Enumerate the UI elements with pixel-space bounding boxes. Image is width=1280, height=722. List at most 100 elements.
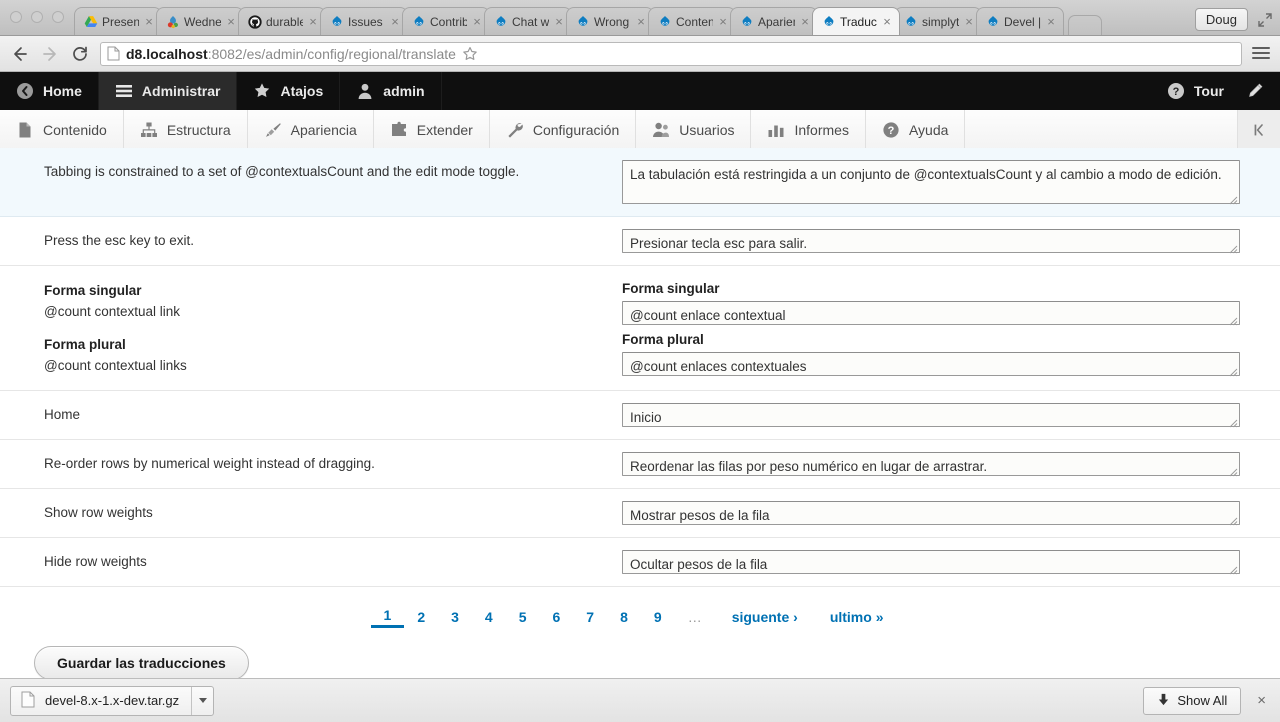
source-plural-text: @count contextual links	[44, 358, 187, 373]
download-item-main[interactable]: devel-8.x-1.x-dev.tar.gz	[11, 687, 191, 715]
pager-page-3[interactable]: 3	[438, 607, 472, 627]
translation-field-wrap: La tabulación está restringida a un conj…	[622, 160, 1240, 205]
pager-page-1[interactable]: 1	[370, 605, 405, 628]
menu-item-configuracion[interactable]: Configuración	[490, 110, 637, 149]
tab-strip: Present×Wednes×durable×Issues×Contrib×Ch…	[0, 0, 1280, 36]
save-translations-button[interactable]: Guardar las traducciones	[34, 646, 249, 680]
forward-icon[interactable]	[40, 44, 60, 64]
menu-item-contenido[interactable]: Contenido	[0, 110, 124, 149]
source-string: Re-order rows by numerical weight instea…	[44, 456, 375, 471]
browser-tab[interactable]: Aparien ×	[730, 7, 818, 35]
toolbar-item-admin-user-label: admin	[383, 83, 425, 99]
browser-menu-icon[interactable]	[1252, 46, 1270, 61]
close-icon[interactable]: ×	[225, 15, 237, 28]
close-icon[interactable]: ×	[1253, 692, 1270, 709]
close-icon[interactable]: ×	[307, 15, 319, 28]
close-icon[interactable]: ×	[1045, 15, 1057, 28]
window-minimize-button[interactable]	[31, 11, 43, 23]
close-icon[interactable]: ×	[881, 15, 893, 28]
translation-input[interactable]: Reordenar las filas por peso numérico en…	[622, 452, 1240, 476]
menu-item-ayuda[interactable]: ? Ayuda	[866, 110, 966, 149]
pager-page-4[interactable]: 4	[472, 607, 506, 627]
browser-tab[interactable]: Traduc ×	[812, 7, 900, 35]
toolbar-item-admin-user[interactable]: admin	[340, 72, 442, 110]
pager-page-7[interactable]: 7	[573, 607, 607, 627]
translation-input[interactable]: Mostrar pesos de la fila	[622, 501, 1240, 525]
menu-item-estructura[interactable]: Estructura	[124, 110, 248, 149]
window-zoom-button[interactable]	[52, 11, 64, 23]
translation-input[interactable]: La tabulación está restringida a un conj…	[622, 160, 1240, 204]
translation-cell: Mostrar pesos de la fila	[622, 501, 1248, 526]
browser-tab[interactable]: Present ×	[74, 7, 162, 35]
close-icon[interactable]: ×	[717, 15, 729, 28]
toolbar-item-tour[interactable]: ? Tour	[1151, 72, 1240, 110]
drupal-icon	[740, 15, 754, 29]
browser-tab[interactable]: durable ×	[238, 7, 326, 35]
drupal-icon	[986, 15, 1000, 29]
translation-input[interactable]: Presionar tecla esc para salir.	[622, 229, 1240, 253]
translation-input[interactable]: Inicio	[622, 403, 1240, 427]
new-tab-button[interactable]	[1068, 15, 1102, 35]
menu-item-extender[interactable]: Extender	[374, 110, 490, 149]
browser-tab-label: durable	[266, 14, 303, 29]
browser-tab-label: Issues	[348, 14, 383, 29]
show-all-downloads-label: Show All	[1177, 693, 1228, 708]
source-cell: Tabbing is constrained to a set of @cont…	[10, 160, 622, 184]
drupal-icon	[412, 15, 426, 29]
pager-page-6[interactable]: 6	[540, 607, 574, 627]
sitemap-icon	[140, 121, 158, 139]
bookmark-star-icon[interactable]	[462, 46, 478, 62]
pager-page-2[interactable]: 2	[404, 607, 438, 627]
browser-tab[interactable]: Conten ×	[648, 7, 736, 35]
translation-singular-input[interactable]: @count enlace contextual	[622, 301, 1240, 325]
toolbar-item-atajos[interactable]: Atajos	[237, 72, 341, 110]
close-icon[interactable]: ×	[799, 15, 811, 28]
user-profile-chip[interactable]: Doug	[1194, 8, 1248, 31]
translation-field-wrap: Inicio	[622, 403, 1240, 428]
browser-tab[interactable]: Issues ×	[320, 7, 408, 35]
caret-down-icon	[198, 698, 207, 703]
close-icon[interactable]: ×	[143, 15, 155, 28]
show-all-downloads-button[interactable]: Show All	[1143, 686, 1242, 715]
pager-last-link[interactable]: ultimo »	[814, 607, 900, 627]
menu-item-ayuda-label: Ayuda	[908, 121, 949, 138]
window-close-button[interactable]	[10, 11, 22, 23]
menu-item-apariencia[interactable]: Apariencia	[248, 110, 374, 149]
close-icon[interactable]: ×	[389, 15, 401, 28]
wrench-icon	[506, 121, 524, 139]
maximize-icon[interactable]	[1258, 12, 1272, 27]
translation-field-wrap: Ocultar pesos de la fila	[622, 550, 1240, 575]
pager-page-8[interactable]: 8	[607, 607, 641, 627]
close-icon[interactable]: ×	[471, 15, 483, 28]
pager-page-5[interactable]: 5	[506, 607, 540, 627]
menu-item-informes[interactable]: Informes	[751, 110, 866, 149]
translation-field-wrap: Presionar tecla esc para salir.	[622, 229, 1240, 254]
close-icon[interactable]: ×	[553, 15, 565, 28]
back-icon[interactable]	[10, 44, 30, 64]
browser-tab[interactable]: Contrib ×	[402, 7, 490, 35]
drupal-icon	[822, 15, 836, 29]
browser-tab[interactable]: Devel | ×	[976, 7, 1064, 35]
collapse-left-icon[interactable]	[1238, 110, 1280, 149]
download-item[interactable]: devel-8.x-1.x-dev.tar.gz	[10, 685, 215, 716]
pencil-icon	[1246, 82, 1264, 100]
browser-tab[interactable]: Wednes ×	[156, 7, 244, 35]
address-bar[interactable]: d8.localhost:8082/es/admin/config/region…	[100, 41, 1242, 66]
translation-input[interactable]: Ocultar pesos de la fila	[622, 550, 1240, 574]
translation-singular-label: Forma singular	[622, 281, 720, 296]
translation-plural-input[interactable]: @count enlaces contextuales	[622, 352, 1240, 376]
menu-item-usuarios[interactable]: Usuarios	[636, 110, 752, 149]
browser-tab[interactable]: simplyt ×	[894, 7, 982, 35]
download-item-menu-button[interactable]	[191, 686, 213, 715]
close-icon[interactable]: ×	[963, 15, 975, 28]
toolbar-item-edit[interactable]	[1240, 72, 1280, 110]
toolbar-item-administrar[interactable]: Administrar	[98, 72, 238, 110]
pager-page-9[interactable]: 9	[641, 607, 675, 627]
close-icon[interactable]: ×	[635, 15, 647, 28]
source-string: Press the esc key to exit.	[44, 233, 195, 248]
browser-tab[interactable]: Wrong ×	[566, 7, 654, 35]
browser-tab[interactable]: Chat w ×	[484, 7, 572, 35]
toolbar-item-home[interactable]: Home	[0, 72, 99, 110]
pager-next-link[interactable]: siguente ›	[716, 607, 814, 627]
reload-icon[interactable]	[70, 44, 90, 64]
